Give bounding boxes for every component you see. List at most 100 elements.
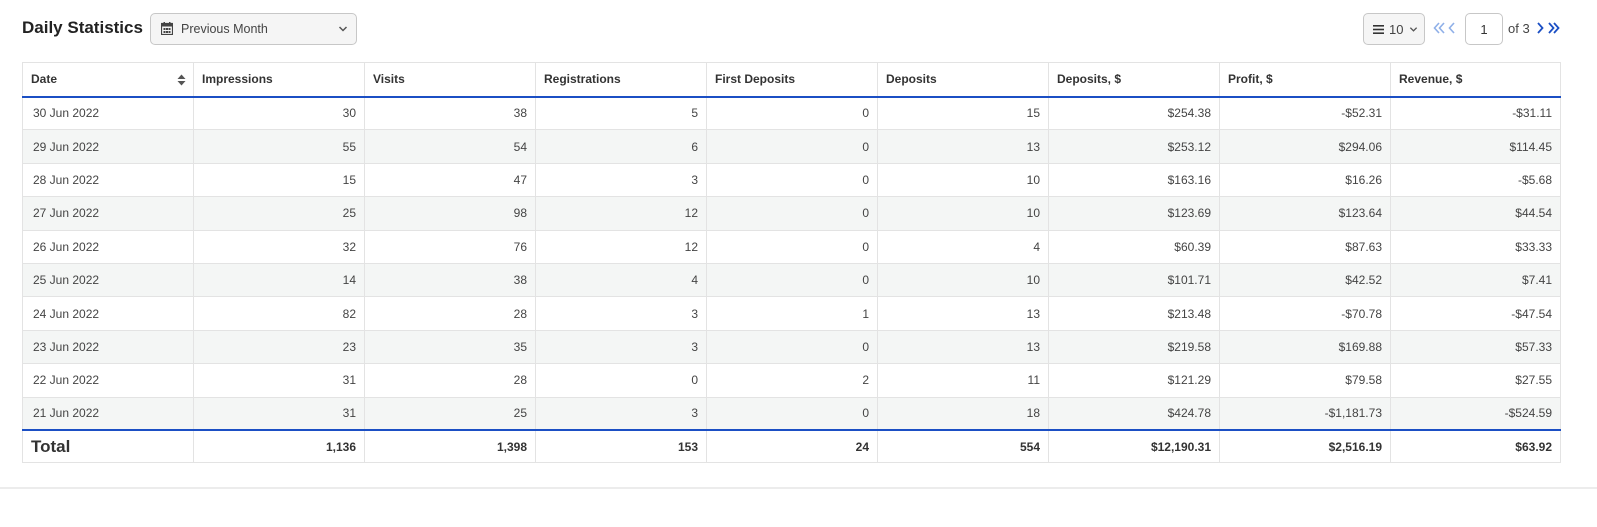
total-impressions: 1,136 bbox=[193, 429, 365, 463]
cell-visits: 28 bbox=[364, 296, 536, 331]
total-first-deposits: 24 bbox=[706, 429, 878, 463]
cell-visits: 98 bbox=[364, 196, 536, 231]
cell-deposits: 15 bbox=[877, 95, 1049, 131]
cell-deposits-amount: $253.12 bbox=[1048, 129, 1220, 164]
cell-deposits: 10 bbox=[877, 162, 1049, 198]
cell-deposits: 18 bbox=[877, 396, 1049, 431]
cell-visits: 25 bbox=[364, 396, 536, 431]
cell-deposits-amount: $101.71 bbox=[1048, 262, 1220, 298]
cell-deposits-amount: $60.39 bbox=[1048, 229, 1220, 264]
cell-registrations: 3 bbox=[535, 296, 707, 331]
column-header-revenue[interactable]: Revenue, $ bbox=[1390, 62, 1561, 98]
next-page-button[interactable] bbox=[1535, 18, 1545, 38]
period-select[interactable]: Previous Month bbox=[150, 13, 357, 45]
column-header-label: Revenue, $ bbox=[1399, 72, 1463, 87]
cell-impressions: 32 bbox=[193, 229, 365, 264]
column-header-label: Profit, $ bbox=[1228, 72, 1273, 87]
page-number-input[interactable] bbox=[1465, 13, 1503, 45]
cell-date: 24 Jun 2022 bbox=[22, 296, 194, 331]
total-visits: 1,398 bbox=[364, 429, 536, 463]
cell-visits: 35 bbox=[364, 329, 536, 365]
total-deposits: 554 bbox=[877, 429, 1049, 463]
cell-impressions: 31 bbox=[193, 363, 365, 398]
cell-visits: 54 bbox=[364, 129, 536, 164]
cell-date: 29 Jun 2022 bbox=[22, 129, 194, 164]
cell-profit: $42.52 bbox=[1219, 262, 1391, 298]
section-divider bbox=[0, 487, 1597, 489]
cell-deposits: 11 bbox=[877, 363, 1049, 398]
cell-first-deposits: 0 bbox=[706, 262, 878, 298]
cell-deposits: 13 bbox=[877, 329, 1049, 365]
cell-first-deposits: 0 bbox=[706, 196, 878, 231]
cell-profit: $87.63 bbox=[1219, 229, 1391, 264]
column-header-label: Date bbox=[31, 72, 58, 87]
cell-deposits-amount: $121.29 bbox=[1048, 363, 1220, 398]
cell-registrations: 3 bbox=[535, 329, 707, 365]
column-header-registrations[interactable]: Registrations bbox=[535, 62, 707, 98]
cell-revenue: -$47.54 bbox=[1390, 296, 1561, 331]
cell-deposits: 4 bbox=[877, 229, 1049, 264]
first-page-button[interactable] bbox=[1432, 18, 1446, 38]
list-lines-icon bbox=[1373, 25, 1384, 34]
cell-deposits-amount: $123.69 bbox=[1048, 196, 1220, 231]
sort-icon[interactable] bbox=[177, 74, 186, 86]
cell-revenue: $27.55 bbox=[1390, 363, 1561, 398]
cell-registrations: 6 bbox=[535, 129, 707, 164]
column-header-impressions[interactable]: Impressions bbox=[193, 62, 365, 98]
calendar-icon bbox=[161, 22, 173, 35]
table-row: 24 Jun 2022 82 28 3 1 13 $213.48 -$70.78… bbox=[22, 296, 1561, 331]
cell-impressions: 25 bbox=[193, 196, 365, 231]
chevron-down-icon bbox=[1409, 27, 1418, 32]
cell-revenue: $57.33 bbox=[1390, 329, 1561, 365]
cell-registrations: 0 bbox=[535, 363, 707, 398]
cell-date: 28 Jun 2022 bbox=[22, 162, 194, 198]
cell-profit: -$1,181.73 bbox=[1219, 396, 1391, 431]
cell-visits: 38 bbox=[364, 95, 536, 131]
cell-date: 23 Jun 2022 bbox=[22, 329, 194, 365]
cell-deposits-amount: $213.48 bbox=[1048, 296, 1220, 331]
table-row: 28 Jun 2022 15 47 3 0 10 $163.16 $16.26 … bbox=[22, 162, 1561, 198]
column-header-deposits-amount[interactable]: Deposits, $ bbox=[1048, 62, 1220, 98]
cell-deposits: 13 bbox=[877, 296, 1049, 331]
cell-profit: $294.06 bbox=[1219, 129, 1391, 164]
column-header-label: Deposits, $ bbox=[1057, 72, 1122, 87]
cell-revenue: -$31.11 bbox=[1390, 95, 1561, 131]
cell-visits: 28 bbox=[364, 363, 536, 398]
cell-deposits: 10 bbox=[877, 262, 1049, 298]
cell-registrations: 3 bbox=[535, 162, 707, 198]
column-header-label: Deposits bbox=[886, 72, 937, 87]
page-count-text: of 3 bbox=[1508, 21, 1530, 36]
cell-first-deposits: 1 bbox=[706, 296, 878, 331]
cell-revenue: $114.45 bbox=[1390, 129, 1561, 164]
cell-impressions: 82 bbox=[193, 296, 365, 331]
cell-date: 22 Jun 2022 bbox=[22, 363, 194, 398]
period-select-label: Previous Month bbox=[181, 22, 268, 36]
per-page-value: 10 bbox=[1389, 22, 1404, 37]
column-header-label: Impressions bbox=[202, 72, 273, 87]
column-header-deposits[interactable]: Deposits bbox=[877, 62, 1049, 98]
cell-deposits-amount: $254.38 bbox=[1048, 95, 1220, 131]
cell-first-deposits: 0 bbox=[706, 396, 878, 431]
cell-deposits-amount: $163.16 bbox=[1048, 162, 1220, 198]
cell-profit: $16.26 bbox=[1219, 162, 1391, 198]
column-header-visits[interactable]: Visits bbox=[364, 62, 536, 98]
cell-impressions: 30 bbox=[193, 95, 365, 131]
cell-deposits-amount: $219.58 bbox=[1048, 329, 1220, 365]
cell-first-deposits: 0 bbox=[706, 162, 878, 198]
cell-date: 30 Jun 2022 bbox=[22, 95, 194, 131]
cell-revenue: $7.41 bbox=[1390, 262, 1561, 298]
cell-profit: -$52.31 bbox=[1219, 95, 1391, 131]
cell-visits: 38 bbox=[364, 262, 536, 298]
table-header-row: Date Impressions Visits Registrations Fi… bbox=[22, 62, 1561, 98]
column-header-first-deposits[interactable]: First Deposits bbox=[706, 62, 878, 98]
per-page-select[interactable]: 10 bbox=[1363, 13, 1425, 45]
column-header-label: Visits bbox=[373, 72, 405, 87]
chevron-down-icon bbox=[338, 26, 348, 32]
cell-deposits: 13 bbox=[877, 129, 1049, 164]
last-page-button[interactable] bbox=[1547, 18, 1561, 38]
column-header-profit[interactable]: Profit, $ bbox=[1219, 62, 1391, 98]
column-header-date[interactable]: Date bbox=[22, 62, 194, 98]
cell-registrations: 12 bbox=[535, 196, 707, 231]
previous-page-button[interactable] bbox=[1447, 18, 1457, 38]
column-header-label: Registrations bbox=[544, 72, 621, 87]
